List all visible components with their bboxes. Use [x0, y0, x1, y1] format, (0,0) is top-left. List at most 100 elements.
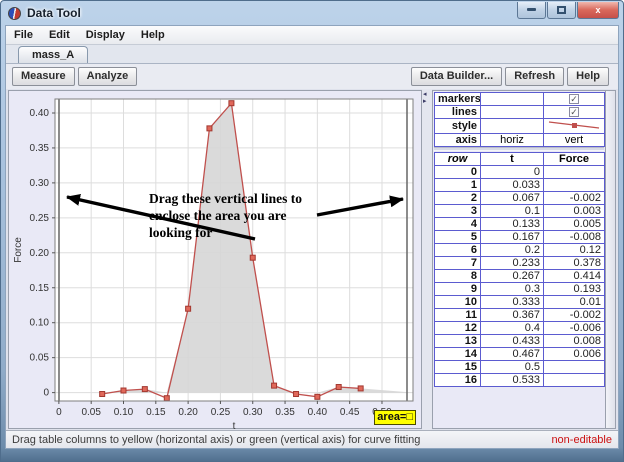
force-value-cell[interactable]: 0.008: [544, 335, 605, 348]
maximize-button[interactable]: [547, 2, 576, 19]
row-number-cell[interactable]: 16: [435, 374, 481, 387]
lines-checkbox-checked[interactable]: ✓: [569, 107, 579, 117]
data-builder-button[interactable]: Data Builder...: [411, 67, 502, 86]
data-point-marker[interactable]: [186, 306, 191, 311]
t-value-cell[interactable]: 0: [481, 166, 544, 179]
menu-help[interactable]: Help: [133, 29, 173, 41]
axis-horiz-cell[interactable]: horiz: [481, 134, 544, 147]
markers-checkbox-checked[interactable]: ✓: [569, 94, 579, 104]
row-number-cell[interactable]: 9: [435, 283, 481, 296]
row-number-cell[interactable]: 3: [435, 205, 481, 218]
data-point-marker[interactable]: [142, 387, 147, 392]
row-number-cell[interactable]: 8: [435, 270, 481, 283]
measure-button[interactable]: Measure: [12, 67, 75, 86]
row-number-cell[interactable]: 1: [435, 179, 481, 192]
minimize-button[interactable]: [517, 2, 546, 19]
t-value-cell[interactable]: 0.067: [481, 192, 544, 205]
data-point-marker[interactable]: [164, 396, 169, 401]
t-value-cell[interactable]: 0.367: [481, 309, 544, 322]
t-value-cell[interactable]: 0.333: [481, 296, 544, 309]
markers-t-cell[interactable]: [481, 93, 544, 106]
row-number-cell[interactable]: 2: [435, 192, 481, 205]
help-button[interactable]: Help: [567, 67, 609, 86]
row-number-cell[interactable]: 14: [435, 348, 481, 361]
force-value-cell[interactable]: [544, 166, 605, 179]
data-point-marker[interactable]: [207, 126, 212, 131]
lines-t-cell[interactable]: [481, 106, 544, 119]
t-value-cell[interactable]: 0.1: [481, 205, 544, 218]
lines-force-cell[interactable]: ✓: [544, 106, 605, 119]
data-point-marker[interactable]: [294, 392, 299, 397]
refresh-button[interactable]: Refresh: [505, 67, 564, 86]
axis-vert-cell[interactable]: vert: [544, 134, 605, 147]
menu-bar: File Edit Display Help: [6, 26, 618, 45]
row-column-header[interactable]: row: [435, 153, 481, 166]
row-number-cell[interactable]: 11: [435, 309, 481, 322]
style-force-cell[interactable]: [544, 119, 605, 134]
t-value-cell[interactable]: 0.433: [481, 335, 544, 348]
analyze-button[interactable]: Analyze: [78, 67, 138, 86]
data-point-marker[interactable]: [272, 383, 277, 388]
menu-edit[interactable]: Edit: [41, 29, 78, 41]
row-number-cell[interactable]: 10: [435, 296, 481, 309]
force-value-cell[interactable]: 0.414: [544, 270, 605, 283]
force-value-cell[interactable]: [544, 179, 605, 192]
menu-display[interactable]: Display: [78, 29, 133, 41]
menu-file[interactable]: File: [6, 29, 41, 41]
chart-panel[interactable]: 00.050.100.150.200.250.300.350.400.450.5…: [8, 90, 422, 429]
data-point-marker[interactable]: [358, 386, 363, 391]
t-value-cell[interactable]: 0.4: [481, 322, 544, 335]
divider-collapse-icons[interactable]: ◂ ▸: [423, 91, 427, 105]
force-value-cell[interactable]: 0.378: [544, 257, 605, 270]
t-value-cell[interactable]: 0.133: [481, 218, 544, 231]
data-point-marker[interactable]: [315, 394, 320, 399]
row-number-cell[interactable]: 13: [435, 335, 481, 348]
force-value-cell[interactable]: -0.002: [544, 192, 605, 205]
row-number-cell[interactable]: 12: [435, 322, 481, 335]
row-number-cell[interactable]: 6: [435, 244, 481, 257]
t-value-cell[interactable]: 0.533: [481, 374, 544, 387]
row-number-cell[interactable]: 0: [435, 166, 481, 179]
force-value-cell[interactable]: 0.12: [544, 244, 605, 257]
force-value-cell[interactable]: [544, 361, 605, 374]
t-value-cell[interactable]: 0.167: [481, 231, 544, 244]
markers-force-cell[interactable]: ✓: [544, 93, 605, 106]
data-point-marker[interactable]: [336, 385, 341, 390]
data-point-marker[interactable]: [229, 101, 234, 106]
force-value-cell[interactable]: 0.003: [544, 205, 605, 218]
force-value-cell[interactable]: 0.01: [544, 296, 605, 309]
t-value-cell[interactable]: 0.2: [481, 244, 544, 257]
force-value-cell[interactable]: [544, 374, 605, 387]
table-row: 110.367-0.002: [435, 309, 605, 322]
force-vs-t-chart[interactable]: 00.050.100.150.200.250.300.350.400.450.5…: [9, 91, 419, 430]
collapse-right-icon[interactable]: ▸: [423, 98, 427, 105]
t-value-cell[interactable]: 0.233: [481, 257, 544, 270]
t-value-cell[interactable]: 0.267: [481, 270, 544, 283]
t-value-cell[interactable]: 0.033: [481, 179, 544, 192]
row-number-cell[interactable]: 5: [435, 231, 481, 244]
tab-mass-a[interactable]: mass_A: [18, 46, 88, 63]
force-value-cell[interactable]: 0.193: [544, 283, 605, 296]
force-value-cell[interactable]: -0.002: [544, 309, 605, 322]
close-button[interactable]: x: [577, 2, 619, 19]
force-column-header[interactable]: Force: [544, 153, 605, 166]
row-number-cell[interactable]: 7: [435, 257, 481, 270]
force-value-cell[interactable]: 0.005: [544, 218, 605, 231]
style-t-cell[interactable]: [481, 119, 544, 134]
collapse-left-icon[interactable]: ◂: [423, 91, 427, 98]
row-number-cell[interactable]: 4: [435, 218, 481, 231]
table-row: 80.2670.414: [435, 270, 605, 283]
data-point-marker[interactable]: [250, 255, 255, 260]
split-pane-divider[interactable]: ◂ ▸: [422, 89, 432, 430]
data-point-marker[interactable]: [121, 388, 126, 393]
t-value-cell[interactable]: 0.467: [481, 348, 544, 361]
t-value-cell[interactable]: 0.5: [481, 361, 544, 374]
data-point-marker[interactable]: [100, 392, 105, 397]
row-number-cell[interactable]: 15: [435, 361, 481, 374]
force-value-cell[interactable]: -0.006: [544, 322, 605, 335]
force-value-cell[interactable]: -0.008: [544, 231, 605, 244]
force-value-cell[interactable]: 0.006: [544, 348, 605, 361]
t-value-cell[interactable]: 0.3: [481, 283, 544, 296]
table-scrollbar[interactable]: [605, 91, 615, 428]
t-column-header[interactable]: t: [481, 153, 544, 166]
